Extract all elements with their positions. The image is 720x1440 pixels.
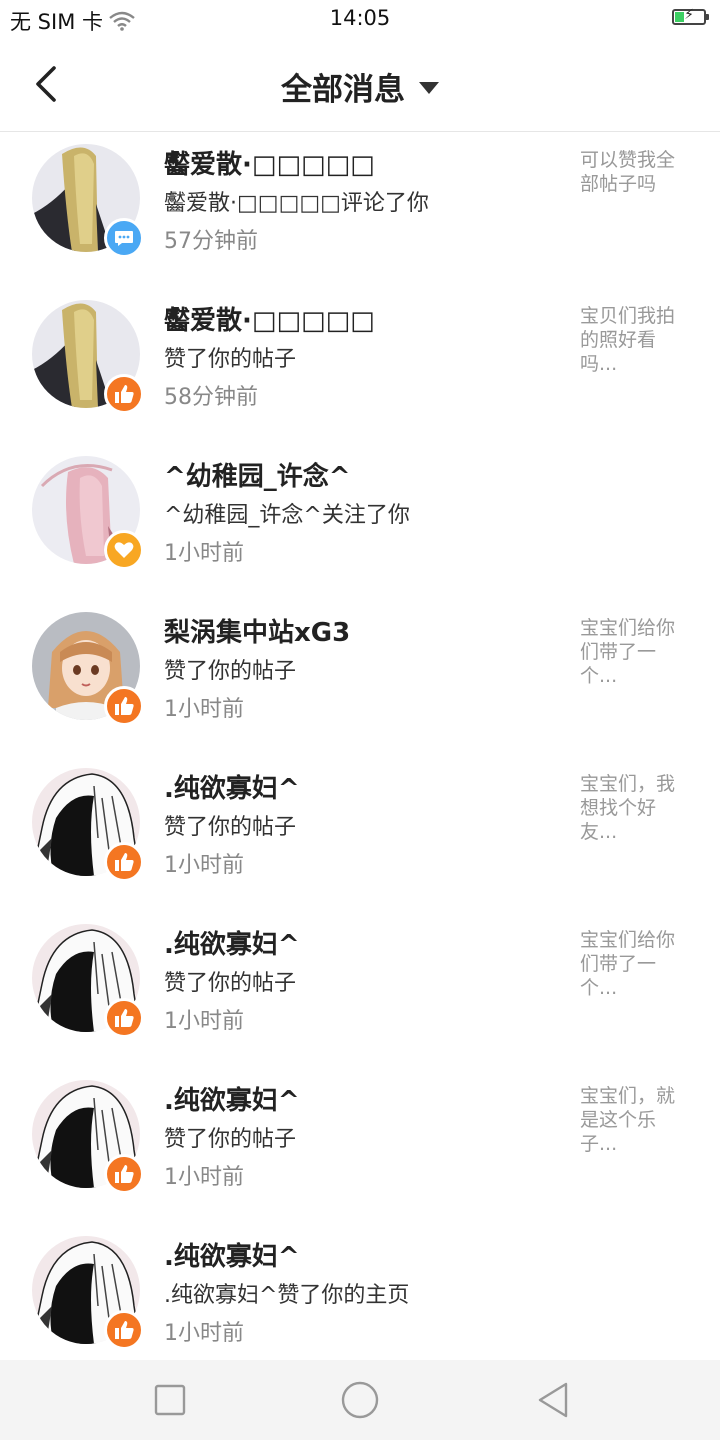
message-action: 赞了你的帖子 (164, 1127, 297, 1152)
message-action: 齾爱散·□□□□□评论了你 (164, 191, 429, 216)
thumbs-up-icon (104, 1310, 144, 1350)
page-title: 全部消息 (281, 72, 405, 108)
system-nav-bar (0, 1360, 720, 1440)
post-preview[interactable]: 可以赞我全部帖子吗 (580, 148, 690, 196)
message-item[interactable]: .纯欲寡妇^ 赞了你的帖子 1小时前 宝宝们给你们带了一个... (0, 912, 720, 1068)
heart-icon (104, 530, 144, 570)
message-list: 齾爱散·□□□□□ 齾爱散·□□□□□评论了你 57分钟前 可以赞我全部帖子吗 齾爱散·… (0, 132, 720, 1380)
caret-down-icon (419, 81, 439, 94)
thumbs-up-icon (104, 998, 144, 1038)
recent-apps-button[interactable] (150, 1380, 190, 1420)
message-time: 1小时前 (164, 1165, 244, 1190)
home-button[interactable] (340, 1380, 380, 1420)
message-time: 1小时前 (164, 853, 244, 878)
sender-name[interactable]: .纯欲寡妇^ (164, 1236, 300, 1273)
sender-name[interactable]: 齾爱散·□□□□□ (164, 300, 375, 337)
post-preview[interactable]: 宝宝们，就是这个乐子... (580, 1084, 690, 1156)
status-bar: 无 SIM 卡 14:05 ⚡ (0, 0, 720, 40)
post-preview[interactable]: 宝贝们我拍的照好看吗... (580, 304, 690, 376)
message-item[interactable]: 梨涡集中站xG3 赞了你的帖子 1小时前 宝宝们给你们带了一个... (0, 600, 720, 756)
message-time: 57分钟前 (164, 229, 258, 254)
message-time: 58分钟前 (164, 385, 258, 410)
clock: 14:05 (329, 6, 391, 30)
square-icon (154, 1384, 186, 1416)
message-time: 1小时前 (164, 1321, 244, 1346)
triangle-back-icon (538, 1382, 568, 1418)
message-action: 赞了你的帖子 (164, 347, 297, 372)
message-item[interactable]: 齾爱散·□□□□□ 齾爱散·□□□□□评论了你 57分钟前 可以赞我全部帖子吗 (0, 132, 720, 288)
sender-name[interactable]: .纯欲寡妇^ (164, 768, 300, 805)
message-time: 1小时前 (164, 541, 244, 566)
message-filter-dropdown[interactable]: 全部消息 (0, 64, 720, 109)
message-action: .纯欲寡妇^赞了你的主页 (164, 1283, 410, 1308)
sender-name[interactable]: 梨涡集中站xG3 (164, 612, 350, 649)
message-time: 1小时前 (164, 1009, 244, 1034)
message-action: 赞了你的帖子 (164, 659, 297, 684)
system-back-button[interactable] (534, 1380, 574, 1420)
thumbs-up-icon (104, 842, 144, 882)
message-action: 赞了你的帖子 (164, 971, 297, 996)
message-item[interactable]: .纯欲寡妇^ 赞了你的帖子 1小时前 宝宝们，我想找个好友... (0, 756, 720, 912)
sender-name[interactable]: .纯欲寡妇^ (164, 924, 300, 961)
message-item[interactable]: 齾爱散·□□□□□ 赞了你的帖子 58分钟前 宝贝们我拍的照好看吗... (0, 288, 720, 444)
message-action: 赞了你的帖子 (164, 815, 297, 840)
message-item[interactable]: ^幼稚园_许念^ ^幼稚园_许念^关注了你 1小时前 (0, 444, 720, 600)
sender-name[interactable]: ^幼稚园_许念^ (164, 456, 351, 493)
post-preview[interactable]: 宝宝们，我想找个好友... (580, 772, 690, 844)
thumbs-up-icon (104, 686, 144, 726)
circle-icon (341, 1381, 379, 1419)
message-time: 1小时前 (164, 697, 244, 722)
comment-icon (104, 218, 144, 258)
charging-bolt-icon: ⚡ (684, 7, 694, 23)
thumbs-up-icon (104, 1154, 144, 1194)
sender-name[interactable]: 齾爱散·□□□□□ (164, 144, 375, 181)
thumbs-up-icon (104, 374, 144, 414)
post-preview[interactable]: 宝宝们给你们带了一个... (580, 616, 690, 688)
message-action: ^幼稚园_许念^关注了你 (164, 503, 410, 528)
message-item[interactable]: .纯欲寡妇^ 赞了你的帖子 1小时前 宝宝们，就是这个乐子... (0, 1068, 720, 1224)
message-item[interactable]: .纯欲寡妇^ .纯欲寡妇^赞了你的主页 1小时前 (0, 1224, 720, 1380)
battery-icon: ⚡ (672, 7, 709, 25)
post-preview[interactable]: 宝宝们给你们带了一个... (580, 928, 690, 1000)
sender-name[interactable]: .纯欲寡妇^ (164, 1080, 300, 1117)
nav-bar: 全部消息 (0, 40, 720, 132)
